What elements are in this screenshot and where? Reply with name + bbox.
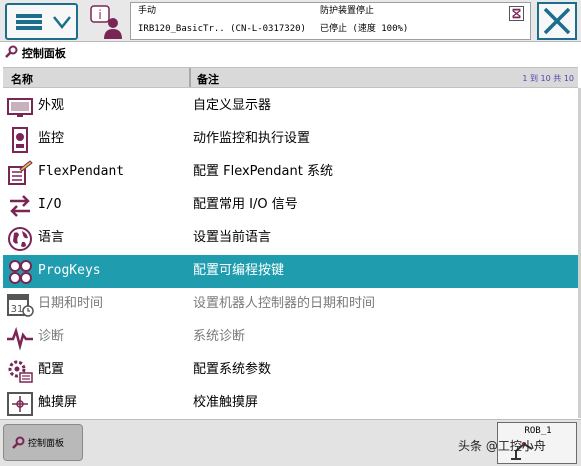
row-description: 配置 FlexPendant 系统 <box>193 164 333 179</box>
list-item[interactable]: 触摸屏 校准触摸屏 <box>3 387 578 420</box>
row-name: ProgKeys <box>38 263 101 278</box>
column-header-name[interactable]: 名称 <box>11 71 33 87</box>
row-name: 日期和时间 <box>38 296 104 311</box>
calendar-icon: 31 <box>7 294 34 317</box>
row-name: 语言 <box>38 230 65 245</box>
table-header: 名称 备注 1 到 10 共 10 <box>3 67 578 88</box>
list-item[interactable]: 外观 自定义显示器 <box>3 90 578 123</box>
user-info-icon[interactable]: i <box>88 3 126 41</box>
row-description: 自定义显示器 <box>193 98 272 113</box>
configuration-icon <box>8 360 33 383</box>
row-name: 触摸屏 <box>38 395 78 410</box>
watermark-text: 头条 @工控小舟 <box>458 439 546 453</box>
row-description: 动作监控和执行设置 <box>193 131 311 146</box>
item-count: 1 到 10 共 10 <box>522 74 574 83</box>
page-title-text: 控制面板 <box>21 47 66 60</box>
safety-state: 防护装置停止 <box>320 6 375 16</box>
hamburger-icon <box>16 14 42 30</box>
list-item[interactable]: ProgKeys 配置可编程按键 <box>3 255 578 288</box>
list-item[interactable]: 诊断 系统诊断 <box>3 321 578 354</box>
chevron-down-icon <box>53 16 71 29</box>
controller-status-panel[interactable]: 手动 IRB120_BasicTr.. (CN-L-0317320) 防护装置停… <box>130 2 531 40</box>
taskbar-label: 控制面板 <box>28 439 65 449</box>
stopped-status-icon <box>509 6 524 21</box>
controller-name: IRB120_BasicTr.. (CN-L-0317320) <box>138 24 306 34</box>
list-item[interactable]: 31 日期和时间 设置机器人控制器的日期和时间 <box>3 288 578 321</box>
row-description: 设置当前语言 <box>193 230 272 245</box>
monitor-icon <box>7 98 33 117</box>
progkeys-icon <box>9 260 32 284</box>
mechanical-unit-label: ROB_1 <box>524 426 552 436</box>
row-name: FlexPendant <box>38 164 125 179</box>
list-item[interactable]: 语言 设置当前语言 <box>3 222 578 255</box>
list-item[interactable]: FlexPendant 配置 FlexPendant 系统 <box>3 156 578 189</box>
run-state: 已停止 (速度 100%) <box>320 24 409 34</box>
globe-icon <box>8 227 32 251</box>
row-description: 配置常用 I/O 信号 <box>193 197 298 212</box>
svg-text:i: i <box>98 8 101 22</box>
close-button[interactable] <box>537 2 577 40</box>
io-arrows-icon <box>10 195 30 217</box>
list-item[interactable]: 监控 动作监控和执行设置 <box>3 123 578 156</box>
supervision-icon <box>12 127 28 153</box>
row-name: 诊断 <box>38 329 65 344</box>
list-item[interactable]: I/O 配置常用 I/O 信号 <box>3 189 578 222</box>
touchscreen-icon <box>7 392 33 416</box>
operating-mode: 手动 <box>138 6 157 16</box>
column-header-remark[interactable]: 备注 <box>197 71 219 87</box>
row-description: 设置机器人控制器的日期和时间 <box>193 296 376 311</box>
wrench-icon <box>5 45 18 58</box>
column-divider[interactable] <box>189 68 191 87</box>
row-name: I/O <box>38 197 62 212</box>
svg-text:31: 31 <box>11 304 24 315</box>
page-title: 控制面板 <box>4 45 66 63</box>
close-icon <box>543 7 571 35</box>
row-description: 配置可编程按键 <box>193 263 285 278</box>
row-description: 配置系统参数 <box>193 362 272 377</box>
row-description: 校准触摸屏 <box>193 395 259 410</box>
diagnostics-icon <box>7 326 33 351</box>
list-item[interactable]: 配置 配置系统参数 <box>3 354 578 387</box>
taskbar-control-panel-button[interactable]: 控制面板 <box>3 424 83 461</box>
wrench-icon <box>12 436 25 449</box>
main-menu-button[interactable] <box>5 3 78 40</box>
flexpendant-icon <box>8 160 33 185</box>
row-description: 系统诊断 <box>193 329 246 344</box>
row-name: 配置 <box>38 362 65 377</box>
row-name: 外观 <box>38 98 65 113</box>
row-name: 监控 <box>38 131 65 146</box>
